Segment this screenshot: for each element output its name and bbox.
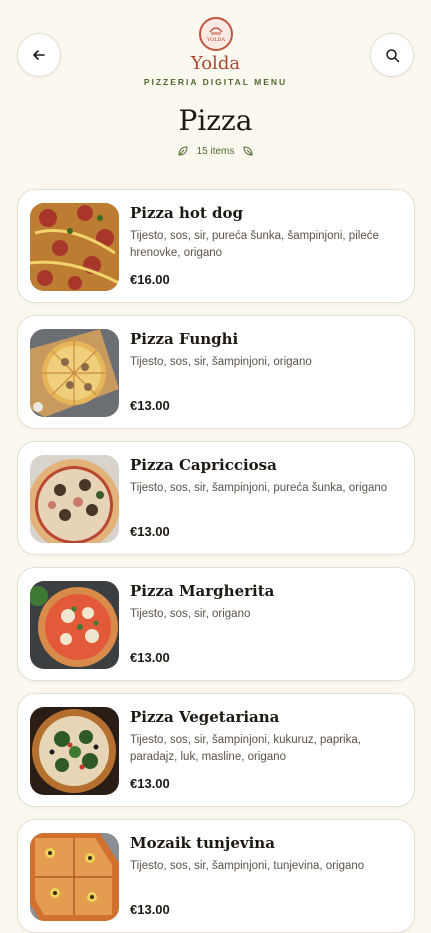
- header: YOLDA Yolda PIZZERIA DIGITAL MENU Pizza …: [0, 0, 431, 180]
- leaf-icon: [243, 146, 253, 156]
- menu-item-card[interactable]: Mozaik tunjevina Tijesto, sos, sir, šamp…: [17, 819, 415, 933]
- menu-item-card[interactable]: Pizza Capricciosa Tijesto, sos, sir, šam…: [17, 441, 415, 555]
- search-button[interactable]: [370, 33, 414, 77]
- pizza-photo: [30, 329, 119, 417]
- item-count-label: 15 items: [196, 145, 235, 157]
- item-price: €13.00: [130, 524, 170, 539]
- item-name: Pizza Margherita: [130, 582, 275, 600]
- item-description: Tijesto, sos, sir, šampinjoni, pureća šu…: [130, 482, 388, 494]
- pizza-photo: [30, 203, 119, 291]
- tagline: PIZZERIA DIGITAL MENU: [143, 77, 288, 87]
- item-description: Tijesto, sos, sir, šampinjoni, origano: [130, 356, 312, 368]
- item-description: Tijesto, sos, sir, origano: [130, 608, 251, 620]
- menu-item-card[interactable]: Pizza hot dog Tijesto, sos, sir, pureća …: [17, 189, 415, 303]
- pizza-photo: [30, 707, 119, 795]
- brand-name: Yolda: [190, 53, 241, 74]
- item-price: €13.00: [130, 902, 170, 917]
- leaf-icon: [178, 146, 188, 156]
- pizza-photo: [30, 455, 119, 543]
- menu-item-card[interactable]: Pizza Funghi Tijesto, sos, sir, šampinjo…: [17, 315, 415, 429]
- logo-text: YOLDA: [205, 37, 225, 43]
- item-price: €16.00: [130, 272, 170, 287]
- brand-block: YOLDA Yolda PIZZERIA DIGITAL MENU: [0, 17, 431, 87]
- menu-item-card[interactable]: Pizza Margherita Tijesto, sos, sir, orig…: [17, 567, 415, 681]
- item-name: Pizza hot dog: [130, 204, 243, 222]
- item-count: 15 items: [0, 145, 431, 157]
- item-name: Mozaik tunjevina: [130, 834, 275, 852]
- pizza-photo: [30, 581, 119, 669]
- search-icon: [385, 48, 399, 62]
- item-price: €13.00: [130, 650, 170, 665]
- item-name: Pizza Capricciosa: [130, 456, 277, 474]
- item-name: Pizza Funghi: [130, 330, 239, 348]
- item-description: Tijesto, sos, sir, pureća šunka, šampinj…: [130, 230, 379, 259]
- pizza-photo: [30, 833, 119, 921]
- item-description: Tijesto, sos, sir, šampinjoni, tunjevina…: [130, 860, 365, 872]
- item-price: €13.00: [130, 398, 170, 413]
- item-name: Pizza Vegetariana: [130, 708, 280, 726]
- item-price: €13.00: [130, 776, 170, 791]
- logo: YOLDA: [198, 17, 233, 51]
- item-description: Tijesto, sos, sir, šampinjoni, kukuruz, …: [130, 734, 361, 763]
- menu-item-card[interactable]: Pizza Vegetariana Tijesto, sos, sir, šam…: [17, 693, 415, 807]
- page-title: Pizza: [178, 104, 253, 137]
